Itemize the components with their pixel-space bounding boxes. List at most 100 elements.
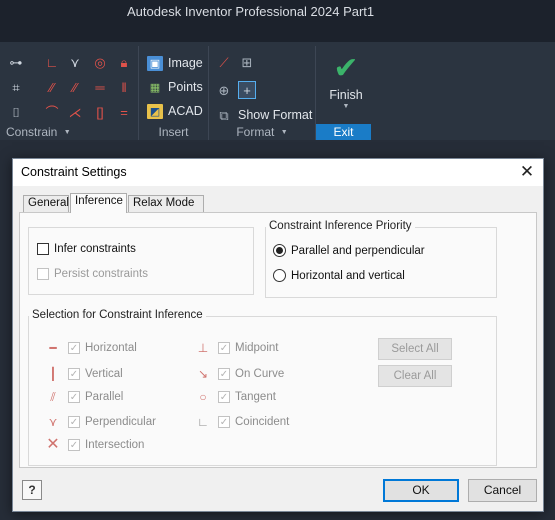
- inference-vertical[interactable]: ┃ ✓ Vertical: [40, 364, 123, 384]
- parallel-tool-icon[interactable]: ∕∕: [67, 79, 83, 95]
- tangent-tool-icon[interactable]: ⋎: [67, 54, 83, 70]
- inference-horizontal[interactable]: ━ ✓ Horizontal: [40, 338, 137, 358]
- collinear-tool-icon[interactable]: ⁄⁄: [44, 79, 60, 95]
- insert-acad-label: ACAD: [168, 104, 203, 118]
- centerline-icon[interactable]: ⊕: [216, 82, 232, 98]
- show-format-label: Show Format: [238, 108, 313, 122]
- intersection-icon: ✕: [46, 436, 60, 453]
- infer-constraints-checkbox[interactable]: Infer constraints: [37, 243, 136, 255]
- tab-general[interactable]: General: [23, 195, 69, 212]
- insert-image-button[interactable]: ▣ Image: [147, 54, 203, 72]
- select-all-button[interactable]: Select All: [378, 338, 452, 360]
- points-icon: ▦: [149, 81, 161, 94]
- insert-acad-button[interactable]: ◩ ACAD: [147, 102, 203, 120]
- insert-points-label: Points: [168, 80, 203, 94]
- inference-on-curve[interactable]: ↘ ✓ On Curve: [190, 364, 284, 384]
- fix-tool-icon[interactable]: 🔒︎: [116, 54, 132, 70]
- inference-vertical-label: Vertical: [85, 368, 123, 380]
- app-titlebar: Autodesk Inventor Professional 2024 Part…: [0, 0, 555, 42]
- close-icon[interactable]: ✕: [517, 162, 537, 182]
- construction-icon[interactable]: ⟋: [216, 54, 232, 70]
- tab-relax-mode[interactable]: Relax Mode: [128, 195, 204, 212]
- inference-coincident-box: ✓: [218, 416, 230, 428]
- midpoint-icon: ⊥: [197, 341, 209, 355]
- perpendicular-tool-icon[interactable]: ∟: [44, 54, 60, 70]
- inference-horizontal-box: ✓: [68, 342, 80, 354]
- horizontal-tool-icon[interactable]: ═: [92, 79, 108, 95]
- dialog-titlebar: Constraint Settings ✕: [13, 159, 543, 186]
- radio-dot: [273, 269, 286, 282]
- radio-horizontal-vertical[interactable]: Horizontal and vertical: [273, 269, 405, 282]
- auto-dimension-tool-icon[interactable]: ⌗: [8, 79, 24, 95]
- constrain-label: Constrain: [6, 125, 58, 139]
- clear-all-button[interactable]: Clear All: [378, 365, 452, 387]
- inference-perpendicular-label: Perpendicular: [85, 416, 156, 428]
- infer-constraints-label: Infer constraints: [54, 243, 136, 255]
- on-curve-icon: ↘: [197, 367, 209, 381]
- inference-intersection[interactable]: ✕ ✓ Intersection: [40, 435, 144, 455]
- show-format-icon: ⧉: [219, 107, 229, 123]
- center-point-icon[interactable]: +: [238, 81, 256, 99]
- show-constraints-tool-icon[interactable]: []: [92, 104, 108, 120]
- format-label: Format: [236, 125, 275, 139]
- persist-constraints-box: [37, 268, 49, 280]
- inference-parallel[interactable]: ⫽ ✓ Parallel: [40, 387, 123, 407]
- app-title: Autodesk Inventor Professional 2024 Part…: [127, 4, 375, 19]
- radio-label: Horizontal and vertical: [291, 269, 405, 282]
- exit-panel-label: Exit: [316, 124, 371, 140]
- acad-icon: ◩: [147, 103, 163, 119]
- inference-on-curve-label: On Curve: [235, 368, 285, 380]
- exit-panel: ✔ Finish ▼ Exit: [315, 46, 375, 140]
- selection-group-title: Selection for Constraint Inference: [29, 309, 206, 321]
- parallel-icon: ⫽: [50, 390, 56, 404]
- inference-coincident[interactable]: ∟ ✓ Coincident: [190, 412, 289, 432]
- coincident-icon: ∟: [197, 415, 209, 429]
- driven-dimension-icon[interactable]: ⊞: [239, 54, 255, 70]
- inference-midpoint[interactable]: ⊥ ✓ Midpoint: [190, 338, 278, 358]
- coincident-tool-icon[interactable]: ⊶: [8, 54, 24, 70]
- concentric-tool-icon[interactable]: ◎: [92, 54, 108, 70]
- show-format-button[interactable]: ⧉ Show Format: [216, 107, 312, 123]
- inference-vertical-box: ✓: [68, 368, 80, 380]
- inference-midpoint-box: ✓: [218, 342, 230, 354]
- checkmark-icon: ✔: [333, 52, 359, 85]
- constraint-settings-tool-icon[interactable]: ⌷: [8, 104, 24, 120]
- inference-on-curve-box: ✓: [218, 368, 230, 380]
- insert-panel: ▣ Image ▦ Points ◩ ACAD Insert: [138, 46, 208, 140]
- infer-constraints-box: [37, 243, 49, 255]
- radio-label: Parallel and perpendicular: [291, 244, 425, 257]
- inference-perpendicular-box: ✓: [68, 416, 80, 428]
- image-icon: ▣: [147, 55, 163, 71]
- ok-button[interactable]: OK: [383, 479, 459, 502]
- chevron-down-icon: ▼: [280, 128, 288, 136]
- inference-parallel-label: Parallel: [85, 391, 124, 403]
- format-panel: ⟋ ⊞ ⊕ + ⧉ Show Format Format ▼: [208, 46, 315, 140]
- inference-tangent-label: Tangent: [235, 391, 276, 403]
- constrain-panel-label[interactable]: Constrain ▼: [0, 124, 137, 140]
- finish-sketch-button[interactable]: ✔ Finish ▼: [320, 52, 372, 114]
- help-button[interactable]: ?: [22, 480, 42, 500]
- tab-inference[interactable]: Inference: [70, 193, 127, 213]
- perpendicular-icon: ⋎: [48, 415, 58, 429]
- ribbon: ⊶ ∟ ⋎ ◎ 🔒︎ ⌗ ⁄⁄ ∕∕ ═ ‖ ⌷ ⌒ ⋌ [] = Constr…: [0, 42, 555, 140]
- inference-midpoint-label: Midpoint: [235, 342, 279, 354]
- inference-perpendicular[interactable]: ⋎ ✓ Perpendicular: [40, 412, 156, 432]
- insert-points-button[interactable]: ▦ Points: [147, 78, 203, 96]
- symmetric-tool-icon[interactable]: ⋌: [67, 104, 83, 120]
- infer-group: [28, 227, 254, 295]
- constraint-settings-dialog: Constraint Settings ✕ General Inference …: [12, 158, 544, 512]
- smooth-tool-icon[interactable]: ⌒: [44, 104, 60, 120]
- finish-label: Finish: [329, 88, 363, 102]
- horizontal-icon: ━: [49, 341, 57, 355]
- vertical-tool-icon[interactable]: ‖: [116, 79, 132, 95]
- persist-constraints-checkbox[interactable]: Persist constraints: [37, 268, 148, 280]
- equal-tool-icon[interactable]: =: [116, 104, 132, 120]
- inference-coincident-label: Coincident: [235, 416, 290, 428]
- inference-tangent-box: ✓: [218, 391, 230, 403]
- inference-tangent[interactable]: ○ ✓ Tangent: [190, 387, 276, 407]
- radio-parallel-perpendicular[interactable]: Parallel and perpendicular: [273, 244, 425, 257]
- inference-tab-page: Infer constraints Persist constraints Co…: [19, 212, 537, 468]
- radio-dot: [273, 244, 286, 257]
- format-panel-label[interactable]: Format ▼: [209, 124, 315, 140]
- cancel-button[interactable]: Cancel: [468, 479, 537, 502]
